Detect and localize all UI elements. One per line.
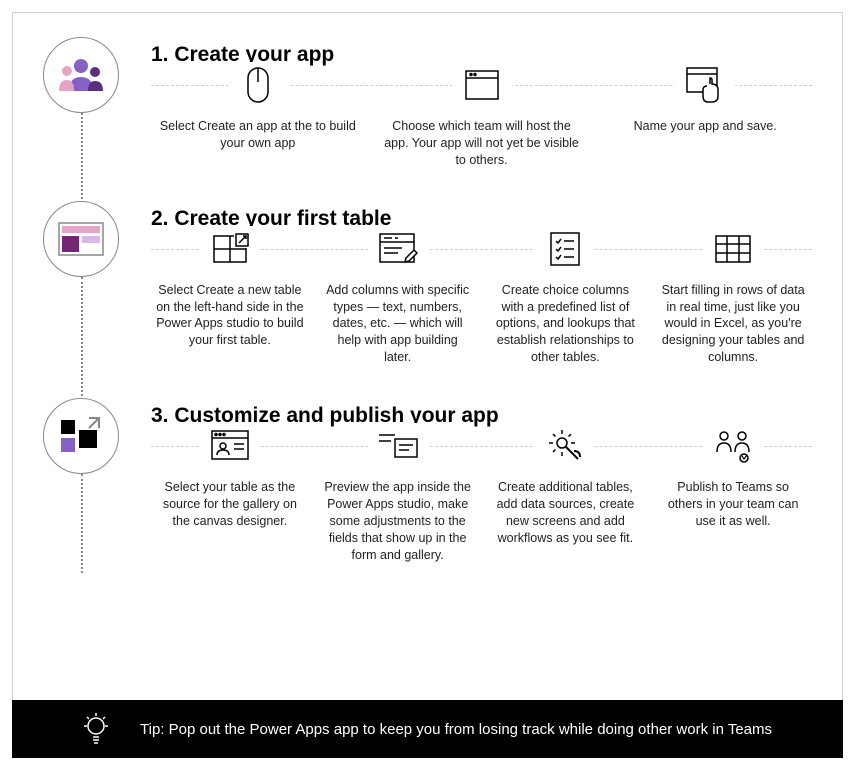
- step-2-sub-1: Select Create a new table on the left-ha…: [151, 260, 309, 366]
- step-3-sub-3: Create additional tables, add data sourc…: [487, 457, 645, 563]
- step-1-sub-3: Name your app and save.: [598, 96, 812, 169]
- step-1-sub-3-text: Name your app and save.: [598, 118, 812, 135]
- team-publish-icon: [712, 428, 754, 464]
- grid-icon: [714, 234, 752, 264]
- step-3: 3. Customize and publish your app: [43, 398, 812, 583]
- steps-list: 1. Create your app Select Create an app …: [43, 37, 812, 583]
- step-3-sub-2: Preview the app inside the Power Apps st…: [319, 457, 477, 563]
- step-3-sub-1: Select your table as the source for the …: [151, 457, 309, 563]
- app-launch-icon: [59, 416, 103, 456]
- step-3-substeps: Select your table as the source for the …: [151, 446, 812, 563]
- step-2-sub-2: Add columns with specific types — text, …: [319, 260, 477, 366]
- new-table-icon: [210, 232, 250, 266]
- preview-icon: [377, 431, 419, 461]
- step-2-sub-3-text: Create choice columns with a predefined …: [487, 282, 645, 366]
- step-3-badge: [43, 398, 119, 474]
- step-2-sub-4: Start filling in rows of data in real ti…: [654, 260, 812, 366]
- step-2-sub-1-text: Select Create a new table on the left-ha…: [151, 282, 309, 350]
- step-2-sub-3: Create choice columns with a predefined …: [487, 260, 645, 366]
- gear-wrench-icon: [546, 427, 584, 465]
- step-1-sub-2: Choose which team will host the app. You…: [375, 96, 589, 169]
- step-2-sub-2-text: Add columns with specific types — text, …: [319, 282, 477, 366]
- touch-icon: [685, 66, 725, 104]
- step-2-substeps: Select Create a new table on the left-ha…: [151, 249, 812, 366]
- tip-bar: Tip: Pop out the Power Apps app to keep …: [12, 700, 843, 758]
- checklist-icon: [549, 231, 581, 267]
- step-1-substeps: Select Create an app at the to build you…: [151, 85, 812, 169]
- step-2-badge: [43, 201, 119, 277]
- table-card-icon: [58, 222, 104, 256]
- step-1-sub-2-text: Choose which team will host the app. You…: [375, 118, 589, 169]
- diagram-frame: 1. Create your app Select Create an app …: [12, 12, 843, 758]
- mouse-icon: [246, 66, 270, 104]
- step-1-sub-1: Select Create an app at the to build you…: [151, 96, 365, 169]
- people-icon: [57, 57, 105, 93]
- lightbulb-icon: [82, 712, 110, 746]
- step-3-sub-4-text: Publish to Teams so others in your team …: [654, 479, 812, 530]
- step-3-sub-2-text: Preview the app inside the Power Apps st…: [319, 479, 477, 563]
- step-1: 1. Create your app Select Create an app …: [43, 37, 812, 201]
- designer-icon: [210, 429, 250, 463]
- form-edit-icon: [378, 232, 418, 266]
- step-3-sub-1-text: Select your table as the source for the …: [151, 479, 309, 530]
- tip-text: Tip: Pop out the Power Apps app to keep …: [140, 721, 803, 738]
- step-2-sub-4-text: Start filling in rows of data in real ti…: [654, 282, 812, 366]
- step-1-badge: [43, 37, 119, 113]
- step-3-sub-3-text: Create additional tables, add data sourc…: [487, 479, 645, 547]
- step-1-sub-1-text: Select Create an app at the to build you…: [151, 118, 365, 152]
- step-3-sub-4: Publish to Teams so others in your team …: [654, 457, 812, 563]
- window-icon: [464, 69, 500, 101]
- step-2: 2. Create your first table: [43, 201, 812, 398]
